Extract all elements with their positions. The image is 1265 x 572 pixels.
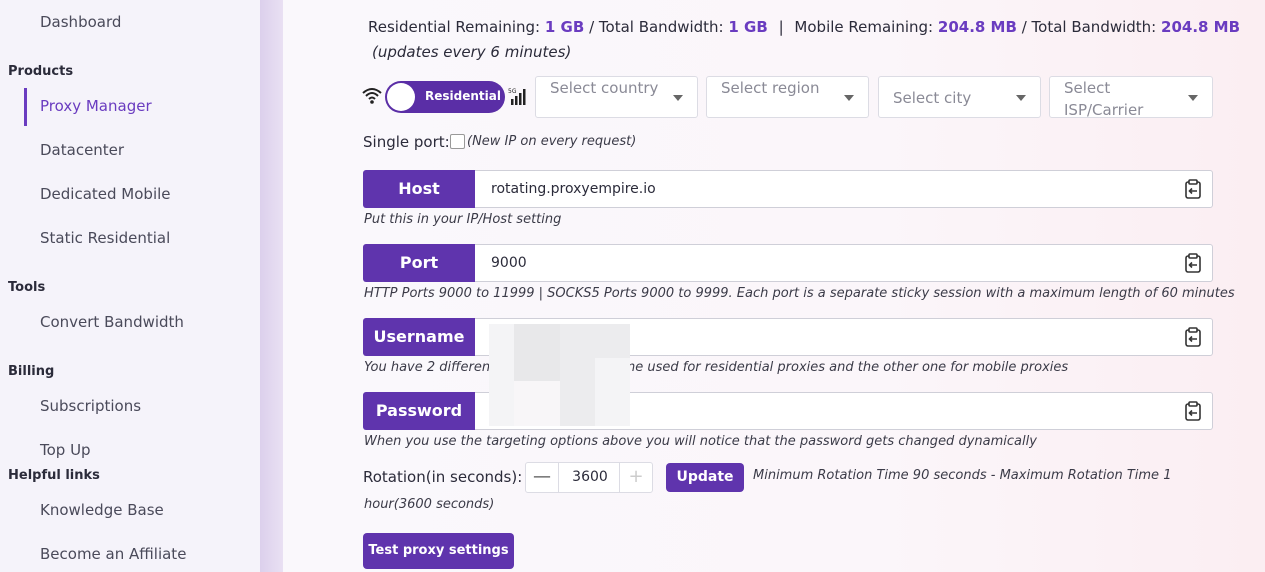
rotation-note-line2: hour(3600 seconds) xyxy=(364,497,495,512)
sidebar-item-affiliate[interactable]: Become an Affiliate xyxy=(40,545,186,563)
sidebar-item-convert-bandwidth[interactable]: Convert Bandwidth xyxy=(40,313,184,331)
copy-icon[interactable] xyxy=(1183,253,1203,273)
residential-remaining-label: Residential Remaining: xyxy=(368,18,541,36)
chevron-down-icon xyxy=(673,95,683,101)
region-select[interactable]: Select region xyxy=(706,76,869,118)
port-label: Port xyxy=(363,244,475,282)
chevron-down-icon xyxy=(1188,95,1198,101)
rotation-input[interactable]: 3600 xyxy=(559,463,621,492)
residential-remaining-value: 1 GB xyxy=(544,18,585,36)
update-button[interactable]: Update xyxy=(666,463,744,492)
sidebar-item-static-residential[interactable]: Static Residential xyxy=(40,229,170,247)
city-select[interactable]: Select city xyxy=(878,76,1041,118)
proxy-type-toggle[interactable]: Residential xyxy=(385,81,505,113)
sidebar-item-dashboard[interactable]: Dashboard xyxy=(40,13,121,31)
port-input[interactable]: 9000 xyxy=(475,244,1213,282)
password-label: Password xyxy=(363,392,475,430)
sidebar-section-billing: Billing xyxy=(8,364,55,379)
sidebar-item-knowledge-base[interactable]: Knowledge Base xyxy=(40,501,164,519)
chevron-down-icon xyxy=(844,95,854,101)
update-note: (updates every 6 minutes) xyxy=(372,43,572,61)
test-proxy-button[interactable]: Test proxy settings xyxy=(363,533,514,569)
mobile-remaining-value: 204.8 MB xyxy=(937,18,1017,36)
separator: | xyxy=(778,18,784,36)
sidebar-item-subscriptions[interactable]: Subscriptions xyxy=(40,397,141,415)
rotation-label: Rotation(in seconds): xyxy=(363,468,523,486)
country-select[interactable]: Select country xyxy=(535,76,698,118)
sidebar-section-tools: Tools xyxy=(8,280,46,295)
region-placeholder: Select region xyxy=(721,79,820,97)
chevron-down-icon xyxy=(1016,95,1026,101)
mobile-signal-icon: 5G xyxy=(508,88,526,105)
isp-placeholder: Select ISP/Carrier xyxy=(1064,79,1144,119)
mobile-total-value: 204.8 MB xyxy=(1161,18,1241,36)
increment-button[interactable]: + xyxy=(619,463,652,492)
single-port-checkbox[interactable] xyxy=(450,134,465,149)
rotation-stepper: — 3600 + xyxy=(525,462,653,493)
toggle-knob xyxy=(387,83,415,111)
country-placeholder: Select country xyxy=(550,79,659,97)
port-help: HTTP Ports 9000 to 11999 | SOCKS5 Ports … xyxy=(364,286,1235,301)
decrement-button[interactable]: — xyxy=(526,463,559,492)
single-port-label: Single port: xyxy=(363,133,450,151)
total-bandwidth-value: 1 GB xyxy=(728,18,768,36)
usage-summary: Residential Remaining: 1 GB / Total Band… xyxy=(368,18,1240,36)
isp-select[interactable]: Select ISP/Carrier xyxy=(1049,76,1213,119)
active-indicator xyxy=(24,88,27,126)
single-port-note: (New IP on every request) xyxy=(467,134,637,149)
total-bandwidth-label: / Total Bandwidth: xyxy=(589,18,724,36)
sidebar-item-dedicated-mobile[interactable]: Dedicated Mobile xyxy=(40,185,171,203)
port-row: Port 9000 xyxy=(363,244,1213,282)
copy-icon[interactable] xyxy=(1183,179,1203,199)
toggle-label: Residential xyxy=(425,89,501,103)
sidebar-item-datacenter[interactable]: Datacenter xyxy=(40,141,124,159)
username-help-end: ne used for residential proxies and the … xyxy=(627,360,1069,375)
sidebar: Dashboard Products Proxy Manager Datacen… xyxy=(0,0,260,572)
rotation-note-line1: Minimum Rotation Time 90 seconds - Maxim… xyxy=(753,468,1172,483)
mobile-remaining-label: Mobile Remaining: xyxy=(794,18,934,36)
sidebar-divider xyxy=(260,0,283,572)
copy-icon[interactable] xyxy=(1183,327,1203,347)
username-label: Username xyxy=(363,318,475,356)
svg-text:5G: 5G xyxy=(508,88,517,95)
copy-icon[interactable] xyxy=(1183,401,1203,421)
host-row: Host rotating.proxyempire.io xyxy=(363,170,1213,208)
sidebar-item-top-up[interactable]: Top Up xyxy=(40,441,91,459)
host-input[interactable]: rotating.proxyempire.io xyxy=(475,170,1213,208)
sidebar-section-helpful-links: Helpful links xyxy=(8,468,100,483)
city-placeholder: Select city xyxy=(893,89,972,107)
username-help-start: You have 2 different xyxy=(364,360,496,375)
password-help: When you use the targeting options above… xyxy=(364,434,1037,449)
host-label: Host xyxy=(363,170,475,208)
sidebar-item-proxy-manager[interactable]: Proxy Manager xyxy=(40,97,152,115)
wifi-icon xyxy=(362,88,382,104)
mobile-total-label: / Total Bandwidth: xyxy=(1021,18,1157,36)
sidebar-section-products: Products xyxy=(8,64,74,79)
host-help: Put this in your IP/Host setting xyxy=(364,212,562,227)
